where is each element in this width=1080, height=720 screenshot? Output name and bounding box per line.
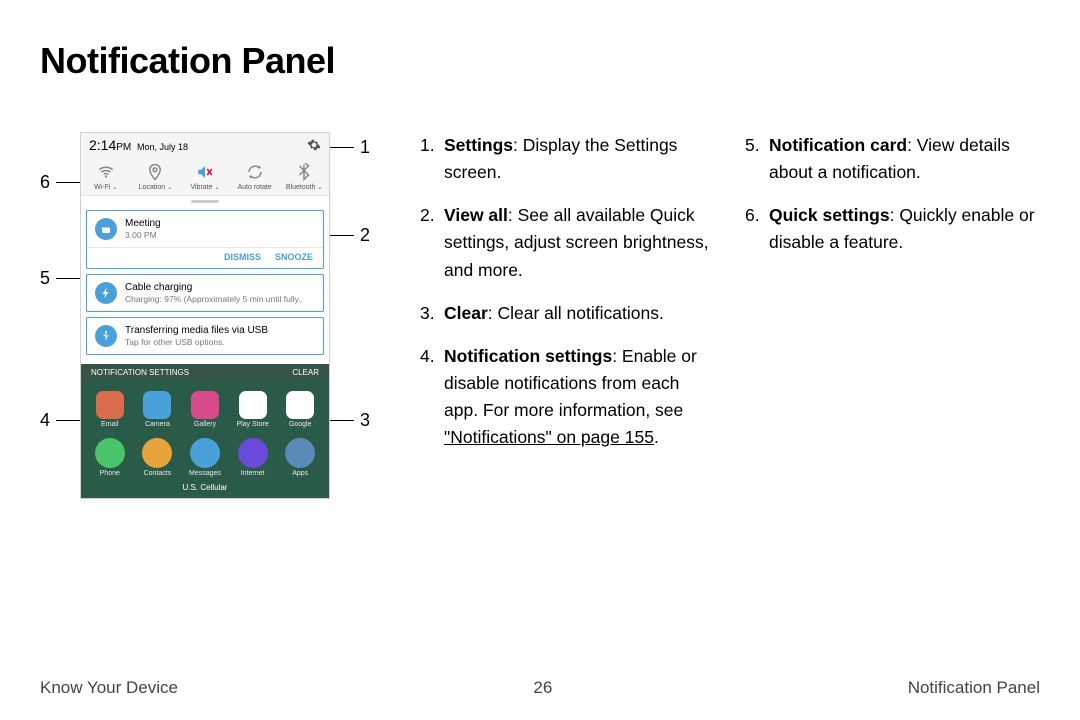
charging-icon xyxy=(95,282,117,304)
notification-card[interactable]: Meeting 3:00 PM DISMISS SNOOZE xyxy=(86,210,324,269)
qs-wifi[interactable]: Wi-Fi ⌄ xyxy=(81,157,131,195)
page-footer: Know Your Device 26 Notification Panel xyxy=(40,678,1040,698)
app-contacts[interactable]: Contacts xyxy=(135,438,181,477)
app-gallery[interactable]: Gallery xyxy=(182,391,228,428)
desc-item-4: 4. Notification settings: Enable or disa… xyxy=(420,343,715,452)
desc-item-1: 1. Settings: Display the Settings screen… xyxy=(420,132,715,186)
callout-2: 2 xyxy=(330,225,370,246)
qs-vibrate[interactable]: Vibrate ⌄ xyxy=(180,157,230,195)
phone-screenshot: 2:14PM Mon, July 18 Wi-Fi ⌄ Location ⌄ xyxy=(80,132,330,499)
dismiss-button[interactable]: DISMISS xyxy=(224,252,261,262)
status-time: 2:14 xyxy=(89,137,116,153)
status-date: Mon, July 18 xyxy=(137,142,188,152)
app-messages[interactable]: Messages xyxy=(182,438,228,477)
callout-1: 1 xyxy=(330,137,370,158)
app-camera[interactable]: Camera xyxy=(135,391,181,428)
callout-3: 3 xyxy=(330,410,370,431)
app-playstore[interactable]: Play Store xyxy=(230,391,276,428)
desc-item-2: 2. View all: See all available Quick set… xyxy=(420,202,715,283)
notifications-link[interactable]: "Notifications" on page 155 xyxy=(444,427,654,447)
app-google[interactable]: Google xyxy=(277,391,323,428)
phone-diagram-column: 6 5 4 1 2 3 2:14PM Mon, July 18 xyxy=(40,132,380,467)
quick-settings-row: Wi-Fi ⌄ Location ⌄ Vibrate ⌄ Auto rotate… xyxy=(81,157,329,196)
mute-icon xyxy=(196,163,214,181)
page-title: Notification Panel xyxy=(0,0,1080,82)
notification-subtitle: 3:00 PM xyxy=(125,230,161,241)
description-left: 1. Settings: Display the Settings screen… xyxy=(420,132,715,467)
usb-icon xyxy=(95,325,117,347)
content: 6 5 4 1 2 3 2:14PM Mon, July 18 xyxy=(0,82,1080,467)
notification-card[interactable]: Transferring media files via USB Tap for… xyxy=(86,317,324,355)
wifi-icon xyxy=(97,163,115,181)
notification-title: Cable charging xyxy=(125,281,303,294)
calendar-icon xyxy=(95,218,117,240)
notification-card[interactable]: Cable charging Charging: 97% (Approximat… xyxy=(86,274,324,312)
callout-6: 6 xyxy=(40,172,80,193)
description-right: 5. Notification card: View details about… xyxy=(745,132,1040,467)
app-internet[interactable]: Internet xyxy=(230,438,276,477)
footer-left: Know Your Device xyxy=(40,678,178,698)
bluetooth-icon xyxy=(295,163,313,181)
status-bar: 2:14PM Mon, July 18 xyxy=(81,133,329,157)
app-apps[interactable]: Apps xyxy=(277,438,323,477)
desc-item-3: 3. Clear: Clear all notifications. xyxy=(420,300,715,327)
notification-title: Meeting xyxy=(125,217,161,230)
rotate-icon xyxy=(246,163,264,181)
callout-4: 4 xyxy=(40,410,80,431)
footer-right: Notification Panel xyxy=(908,678,1040,698)
notification-settings-button[interactable]: NOTIFICATION SETTINGS xyxy=(91,368,189,377)
desc-item-6: 6. Quick settings: Quickly enable or dis… xyxy=(745,202,1040,256)
page-number: 26 xyxy=(533,678,552,698)
clear-button[interactable]: CLEAR xyxy=(292,368,319,377)
notifications-area: Meeting 3:00 PM DISMISS SNOOZE Cable cha… xyxy=(81,206,329,364)
desc-item-5: 5. Notification card: View details about… xyxy=(745,132,1040,186)
drag-handle[interactable] xyxy=(81,196,329,206)
notification-subtitle: Tap for other USB options. xyxy=(125,337,268,348)
panel-footer: NOTIFICATION SETTINGS CLEAR xyxy=(81,364,329,381)
location-icon xyxy=(146,163,164,181)
app-email[interactable]: Email xyxy=(87,391,133,428)
snooze-button[interactable]: SNOOZE xyxy=(275,252,313,262)
callout-5: 5 xyxy=(40,268,80,289)
carrier-label: U.S. Cellular xyxy=(81,481,329,498)
qs-autorotate[interactable]: Auto rotate xyxy=(230,157,280,195)
home-apps: Email Camera Gallery Play Store Google xyxy=(81,381,329,430)
notification-title: Transferring media files via USB xyxy=(125,324,268,337)
notification-subtitle: Charging: 97% (Approximately 5 min until… xyxy=(125,294,303,305)
dock: Phone Contacts Messages Internet Apps xyxy=(81,430,329,481)
gear-icon[interactable] xyxy=(307,138,321,152)
app-phone[interactable]: Phone xyxy=(87,438,133,477)
description: 1. Settings: Display the Settings screen… xyxy=(380,132,1040,467)
qs-bluetooth[interactable]: Bluetooth ⌄ xyxy=(279,157,329,195)
qs-location[interactable]: Location ⌄ xyxy=(131,157,181,195)
